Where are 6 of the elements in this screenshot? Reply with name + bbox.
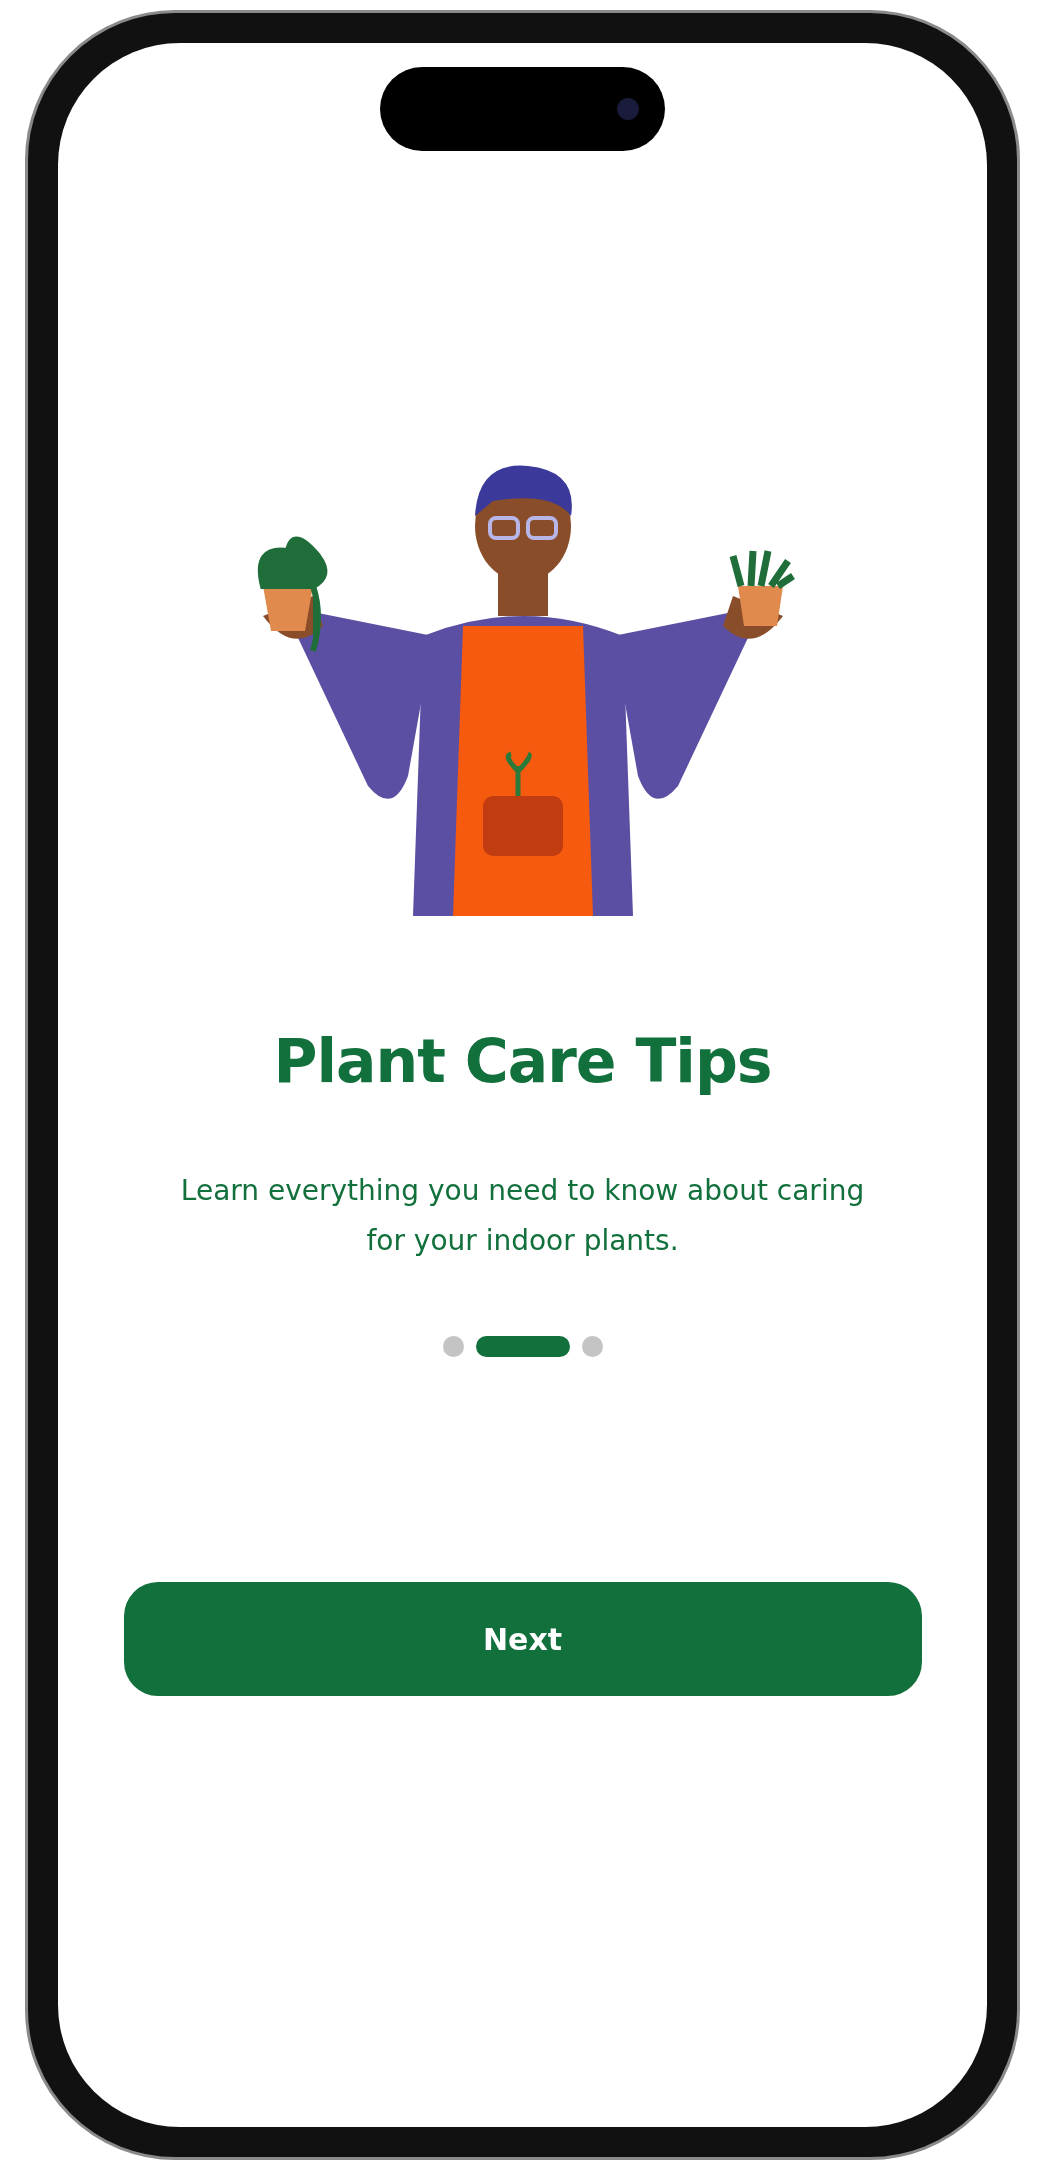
- page-indicator-dot[interactable]: [581, 1336, 603, 1357]
- next-button[interactable]: Next: [123, 1582, 922, 1696]
- camera-icon: [617, 98, 639, 120]
- onboarding-description: Learn everything you need to know about caring for your indoor plants.: [179, 1173, 866, 1259]
- page-indicator-dot[interactable]: [442, 1336, 464, 1357]
- onboarding-title: Plant Care Tips: [273, 1026, 772, 1096]
